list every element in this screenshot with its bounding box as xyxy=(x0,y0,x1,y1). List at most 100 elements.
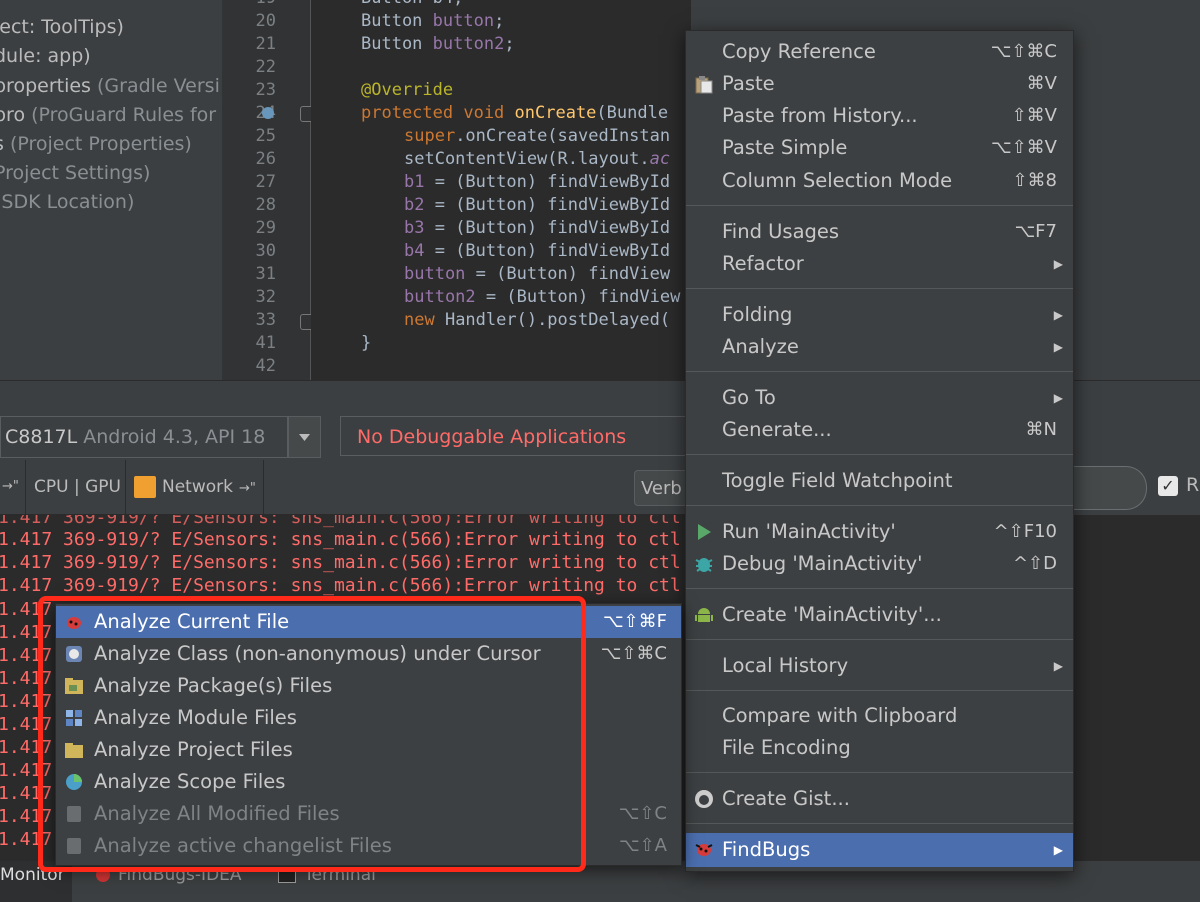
code-token: Handler().postDelayed( xyxy=(444,310,671,330)
menu-item-analyze[interactable]: Analyze ▶ xyxy=(686,331,1073,363)
editor-context-menu: Copy Reference ⌥⇧⌘C Paste ⌘V Paste from Hi… xyxy=(685,30,1074,872)
tree-item-detail: (Project Properties) xyxy=(9,133,192,155)
menu-item-go-to[interactable]: Go To ▶ xyxy=(686,382,1073,414)
tab-label: CPU | GPU xyxy=(34,477,121,497)
menu-item-label: Create Gist... xyxy=(722,787,850,810)
code-token: b4 xyxy=(404,241,425,261)
submenu-arrow-icon: ▶ xyxy=(1053,257,1063,271)
regex-checkbox[interactable]: ✓ xyxy=(1158,476,1178,496)
submenu-arrow-icon: ▶ xyxy=(1053,391,1063,405)
device-selector[interactable]: C8817L Android 4.3, API 18 xyxy=(0,416,288,458)
menu-item-run[interactable]: Run 'MainActivity' ^⇧F10 xyxy=(686,516,1073,548)
menu-item-label: File Encoding xyxy=(722,736,851,759)
log-line: 1.417 369-919/? E/Sensors: sns_main.c(56… xyxy=(0,515,681,528)
menu-item-label: Local History xyxy=(722,654,849,677)
menu-separator xyxy=(686,690,1073,691)
menu-item-column-selection[interactable]: Column Selection Mode ⇧⌘8 xyxy=(686,165,1073,197)
menu-item-debug[interactable]: Debug 'MainActivity' ^⇧D xyxy=(686,548,1073,580)
line-number: 29 xyxy=(255,218,276,238)
android-icon xyxy=(695,608,713,622)
menu-item-local-history[interactable]: Local History ▶ xyxy=(686,650,1073,682)
code-editor[interactable]: Button b4; Button button; Button button2… xyxy=(311,0,691,380)
menu-item-create-config[interactable]: Create 'MainActivity'... xyxy=(686,599,1073,631)
tab-cpu-gpu[interactable]: CPU | GPU xyxy=(26,460,126,514)
menu-item-shortcut: ⌥F7 xyxy=(1014,221,1057,242)
run-icon xyxy=(698,524,711,540)
code-token: = (Button) findViewById xyxy=(424,241,671,261)
code-token: = (Button) findViewById xyxy=(424,172,671,192)
line-number: 31 xyxy=(255,264,276,284)
tree-item-detail: Project Settings) xyxy=(0,162,151,184)
line-number: 41 xyxy=(255,333,276,353)
code-token: b2 xyxy=(404,195,425,215)
menu-item-file-encoding[interactable]: File Encoding xyxy=(686,732,1073,764)
menu-separator xyxy=(686,371,1073,372)
tree-item[interactable]: s (Project Properties) xyxy=(0,130,192,159)
code-token: new xyxy=(404,310,445,330)
menu-item-copy-reference[interactable]: Copy Reference ⌥⇧⌘C xyxy=(686,36,1073,68)
menu-item-label: Copy Reference xyxy=(722,40,876,63)
line-number: 21 xyxy=(255,34,276,54)
code-token: (Bundle xyxy=(596,103,669,123)
menu-item-refactor[interactable]: Refactor ▶ xyxy=(686,248,1073,280)
tree-item[interactable]: pro (ProGuard Rules for xyxy=(0,101,216,130)
tab-glyph: →" xyxy=(2,479,19,494)
menu-item-generate[interactable]: Generate... ⌘N xyxy=(686,414,1073,446)
tree-item[interactable]: ject: ToolTips) xyxy=(0,13,124,42)
menu-item-compare-clipboard[interactable]: Compare with Clipboard xyxy=(686,700,1073,732)
editor-gutter[interactable]: 19 20 21 22 23 24 25 26 27 28 29 30 31 3… xyxy=(222,0,311,380)
menu-item-shortcut: ⌥⇧⌘C xyxy=(990,41,1057,62)
log-level-value: Verb xyxy=(641,478,682,499)
menu-item-label: Debug 'MainActivity' xyxy=(722,552,923,575)
menu-item-paste-simple[interactable]: Paste Simple ⌥⇧⌘V xyxy=(686,132,1073,164)
submenu-item-shortcut: ⌥⇧A xyxy=(618,835,667,856)
tree-item[interactable]: properties (Gradle Versi xyxy=(0,72,220,101)
tree-item-label: properties xyxy=(0,75,97,97)
menu-item-label: Run 'MainActivity' xyxy=(722,520,896,543)
line-number: 33 xyxy=(255,310,276,330)
network-icon xyxy=(134,476,156,498)
github-icon xyxy=(695,790,713,808)
code-token: ; xyxy=(504,34,515,54)
menu-item-folding[interactable]: Folding ▶ xyxy=(686,299,1073,331)
tree-item-label: dule: app) xyxy=(0,45,91,67)
menu-item-paste[interactable]: Paste ⌘V xyxy=(686,68,1073,100)
menu-item-label: Toggle Field Watchpoint xyxy=(722,469,953,492)
line-number: 42 xyxy=(255,356,276,376)
code-token: b1 xyxy=(404,172,425,192)
code-token: button xyxy=(404,264,466,284)
menu-separator xyxy=(686,205,1073,206)
menu-item-toggle-watchpoint[interactable]: Toggle Field Watchpoint xyxy=(686,465,1073,497)
code-token: button2 xyxy=(404,287,476,307)
tab-logcat[interactable]: →" xyxy=(0,460,26,514)
line-number: 19 xyxy=(230,0,276,10)
submenu-arrow-icon: ▶ xyxy=(1053,340,1063,354)
submenu-item-shortcut: ⌥⇧⌘F xyxy=(602,611,667,632)
menu-item-find-usages[interactable]: Find Usages ⌥F7 xyxy=(686,216,1073,248)
submenu-arrow-icon: ▶ xyxy=(1053,659,1063,673)
line-number: 22 xyxy=(255,57,276,77)
clipboard-icon xyxy=(695,76,713,94)
menu-item-label: Generate... xyxy=(722,418,832,441)
app-selector[interactable]: No Debuggable Applications xyxy=(340,416,690,456)
tab-network[interactable]: Network →" xyxy=(126,460,264,514)
log-search-input[interactable] xyxy=(1070,466,1147,510)
code-line: } xyxy=(361,333,372,353)
menu-item-label: Paste Simple xyxy=(722,136,848,159)
line-number: 27 xyxy=(255,172,276,192)
tree-item[interactable]: Project Settings) xyxy=(0,159,150,188)
logcat-output-right xyxy=(1072,515,1200,860)
tree-item[interactable]: (SDK Location) xyxy=(0,188,134,217)
menu-item-paste-history[interactable]: Paste from History... ⇧⌘V xyxy=(686,100,1073,132)
debug-bug-icon xyxy=(695,558,713,572)
menu-item-shortcut: ⌥⇧⌘V xyxy=(990,137,1057,158)
line-number: 28 xyxy=(255,195,276,215)
code-token: ; xyxy=(494,11,505,31)
override-gutter-icon[interactable] xyxy=(262,107,274,119)
device-dropdown-button[interactable] xyxy=(288,416,321,458)
tree-item[interactable]: dule: app) xyxy=(0,42,91,71)
menu-item-create-gist[interactable]: Create Gist... xyxy=(686,783,1073,815)
menu-item-label: Find Usages xyxy=(722,220,840,243)
menu-item-findbugs[interactable]: FindBugs ▶ xyxy=(686,833,1073,867)
menu-item-label: Paste xyxy=(722,72,775,95)
